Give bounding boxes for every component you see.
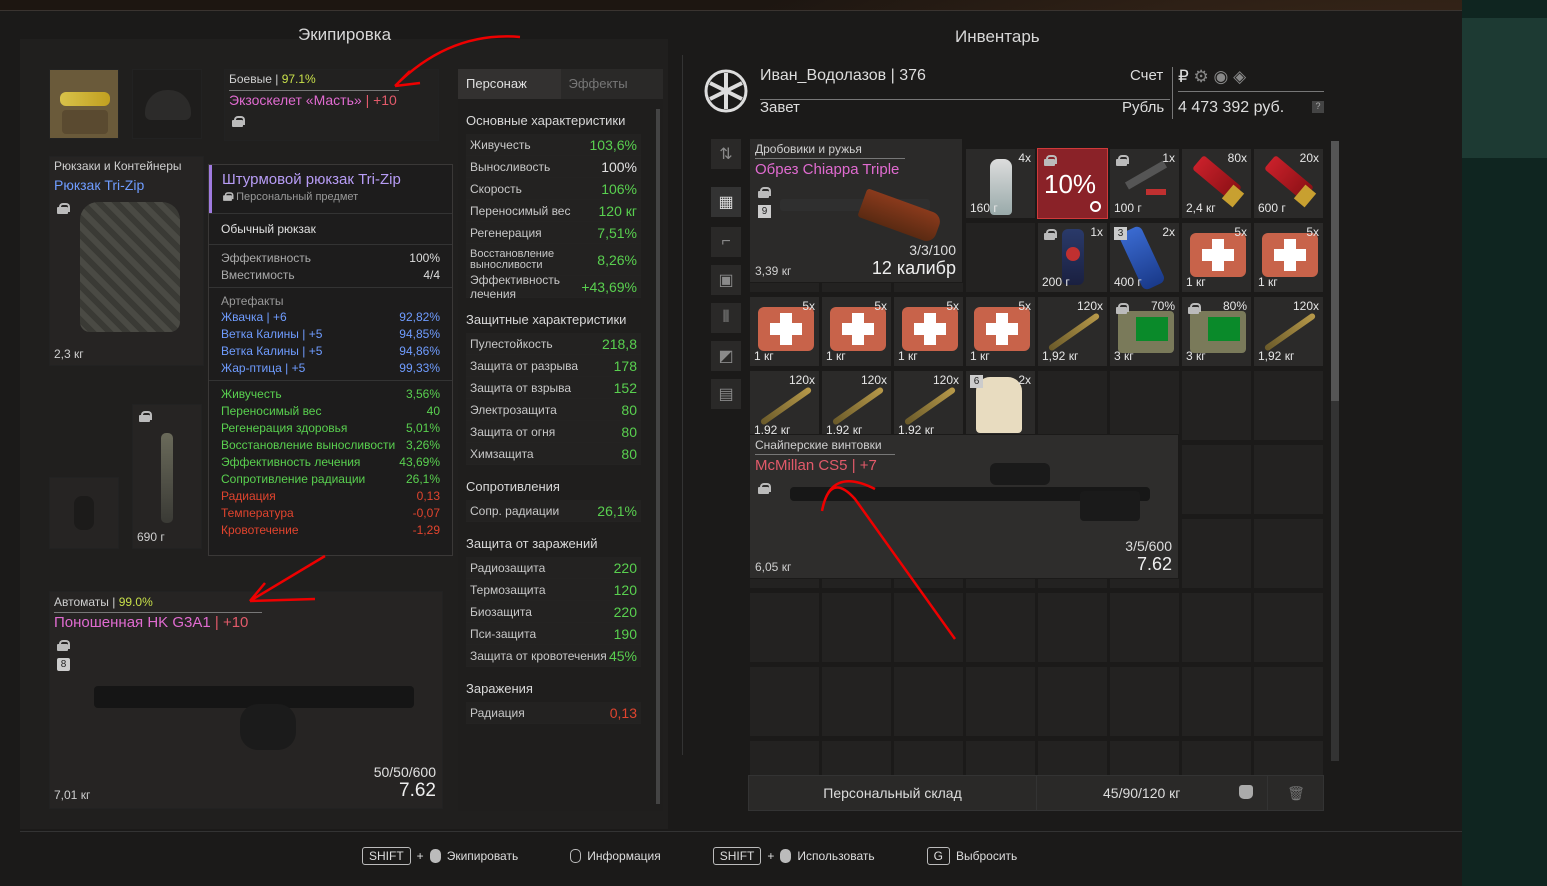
- background-strip: [1462, 0, 1547, 886]
- annotation-strokes: [249, 35, 957, 640]
- inventory-window: Экипировка Боевые | 97.1% Экзоскелет «Ма…: [0, 10, 1462, 886]
